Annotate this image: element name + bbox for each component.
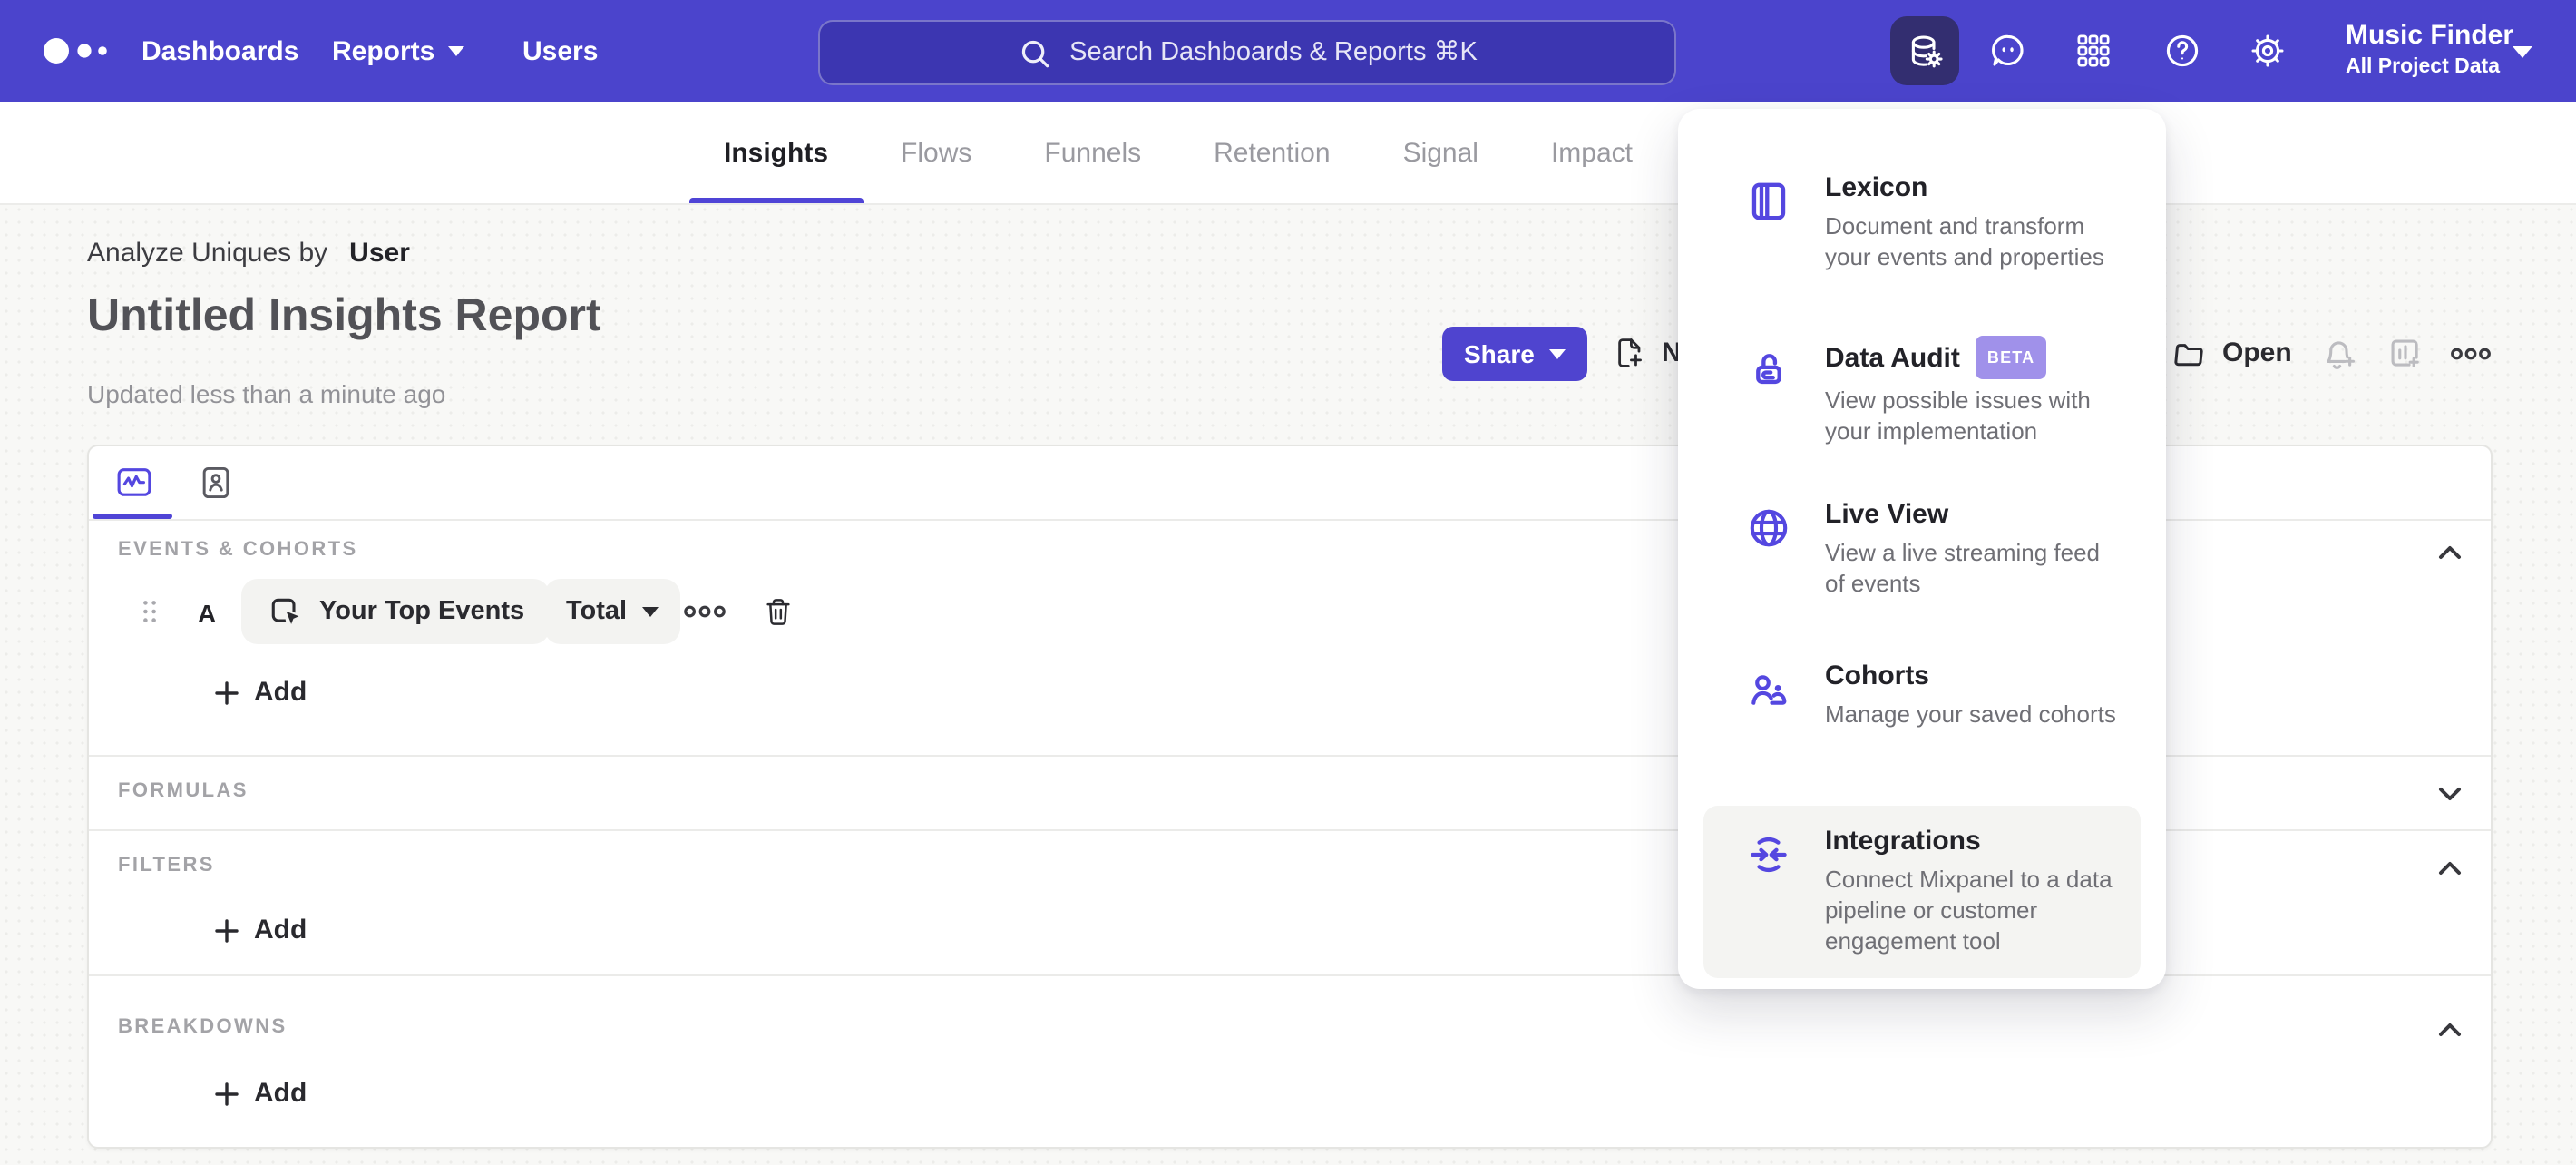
data-management-icon — [1910, 34, 1942, 67]
menu-item-desc: Manage your saved cohorts — [1825, 700, 2116, 728]
nav-reports[interactable]: Reports — [332, 0, 464, 102]
collapse-events-chevron-icon[interactable] — [2435, 537, 2465, 568]
search-placeholder: Search Dashboards & Reports ⌘K — [1069, 38, 1478, 67]
report-tabbar: Insights Flows Funnels Retention Signal … — [0, 102, 2576, 205]
lexicon-icon — [1751, 182, 1786, 220]
data-management-button[interactable] — [1890, 16, 1959, 85]
chevron-down-icon[interactable] — [2513, 45, 2532, 58]
tab-impact[interactable]: Impact — [1551, 102, 1633, 203]
open-report-button[interactable]: Open — [2170, 334, 2292, 372]
menu-item-desc: View possible issues with your implement… — [1825, 387, 2091, 445]
project-scope: All Project Data — [2346, 56, 2500, 78]
menu-item-title: Lexicon — [1825, 172, 1928, 203]
breadcrumb-value-dropdown[interactable]: User — [349, 238, 410, 269]
settings-icon[interactable] — [2248, 31, 2288, 71]
tab-funnels[interactable]: Funnels — [1044, 102, 1141, 203]
help-icon[interactable] — [2162, 31, 2202, 71]
chevron-down-icon — [447, 46, 464, 56]
drag-handle-icon[interactable] — [140, 597, 160, 626]
live-view-icon — [1750, 509, 1788, 547]
menu-item-title: Cohorts — [1825, 661, 1929, 691]
menu-item-desc: View a live streaming feed of events — [1825, 539, 2101, 597]
event-icon — [271, 598, 299, 626]
search-input[interactable]: Search Dashboards & Reports ⌘K — [818, 20, 1676, 85]
feedback-icon[interactable] — [1988, 31, 2028, 71]
mixpanel-app: Dashboards Reports Users Search Dashboar… — [0, 0, 2576, 1165]
updated-timestamp: Updated less than a minute ago — [87, 379, 446, 408]
expand-formulas-chevron-icon[interactable] — [2435, 778, 2465, 809]
section-events-label: EVENTS & COHORTS — [118, 539, 358, 561]
breadcrumb-label: Analyze Uniques by — [87, 238, 328, 269]
metric-dropdown[interactable]: Total — [544, 579, 680, 644]
new-report-icon — [1618, 338, 1642, 367]
breadcrumb: Analyze Uniques by User — [87, 238, 410, 269]
section-formulas-label: FORMULAS — [118, 780, 249, 802]
menu-item-lexicon[interactable]: Lexicon Document and transform your even… — [1703, 152, 2141, 290]
add-event-button[interactable]: Add — [214, 677, 307, 708]
add-to-board-icon[interactable] — [2386, 334, 2425, 374]
create-alert-icon[interactable] — [2320, 334, 2360, 374]
event-row-more-icon[interactable] — [684, 601, 726, 622]
menu-item-desc: Document and transform your events and p… — [1825, 212, 2104, 270]
project-selector[interactable]: Music Finder All Project Data — [2346, 16, 2513, 82]
plus-icon — [215, 918, 239, 942]
beta-badge: BETA — [1976, 336, 2046, 379]
menu-item-title: Integrations — [1825, 826, 1981, 857]
nav-dashboards[interactable]: Dashboards — [141, 0, 298, 102]
tab-retention[interactable]: Retention — [1214, 102, 1330, 203]
collapse-filters-chevron-icon[interactable] — [2435, 853, 2465, 884]
menu-item-integrations[interactable]: Integrations Connect Mixpanel to a data … — [1703, 806, 2141, 978]
delete-event-trash-icon[interactable] — [760, 593, 796, 630]
plus-icon — [215, 680, 239, 704]
project-name: Music Finder — [2346, 20, 2514, 51]
menu-item-desc: Connect Mixpanel to a data pipeline or c… — [1825, 866, 2113, 955]
event-row-letter: A — [198, 599, 217, 628]
active-view-underline — [93, 514, 172, 519]
metric-value: Total — [566, 597, 628, 626]
menu-item-data-audit[interactable]: Data Audit BETA View possible issues with… — [1703, 318, 2141, 465]
share-button[interactable]: Share — [1442, 327, 1587, 381]
report-title[interactable]: Untitled Insights Report — [87, 290, 601, 343]
menu-item-title: Data Audit BETA — [1825, 336, 2122, 379]
active-tab-underline — [689, 197, 864, 203]
data-audit-icon — [1756, 354, 1781, 385]
nav-users[interactable]: Users — [522, 0, 598, 102]
plus-icon — [215, 1082, 239, 1105]
chevron-down-icon — [641, 607, 659, 617]
section-breakdowns-label: BREAKDOWNS — [118, 1016, 288, 1038]
profiles-view-tab-icon[interactable] — [196, 463, 236, 503]
integrations-icon — [1751, 837, 1787, 873]
event-picker-button[interactable]: Your Top Events — [241, 579, 551, 644]
events-view-tab-icon[interactable] — [114, 463, 154, 503]
data-management-menu: Lexicon Document and transform your even… — [1678, 109, 2166, 989]
section-filters-label: FILTERS — [118, 855, 215, 876]
tab-flows[interactable]: Flows — [901, 102, 971, 203]
chevron-down-icon — [1548, 349, 1566, 359]
cohorts-icon — [1751, 675, 1787, 705]
mixpanel-logo-icon[interactable] — [42, 34, 114, 67]
event-name: Your Top Events — [319, 597, 525, 626]
menu-item-cohorts[interactable]: Cohorts Manage your saved cohorts — [1703, 641, 2141, 748]
search-icon — [1020, 39, 1049, 67]
open-folder-icon — [2174, 344, 2203, 367]
apps-grid-icon[interactable] — [2073, 31, 2113, 71]
tab-insights[interactable]: Insights — [689, 102, 864, 203]
more-options-icon[interactable] — [2451, 343, 2491, 365]
menu-item-title: Live View — [1825, 499, 1949, 530]
top-nav: Dashboards Reports Users Search Dashboar… — [0, 0, 2576, 102]
add-filter-button[interactable]: Add — [214, 915, 307, 945]
add-breakdown-button[interactable]: Add — [214, 1078, 307, 1109]
collapse-breakdowns-chevron-icon[interactable] — [2435, 1014, 2465, 1045]
menu-item-live-view[interactable]: Live View View a live streaming feed of … — [1703, 479, 2141, 617]
tab-signal[interactable]: Signal — [1403, 102, 1478, 203]
